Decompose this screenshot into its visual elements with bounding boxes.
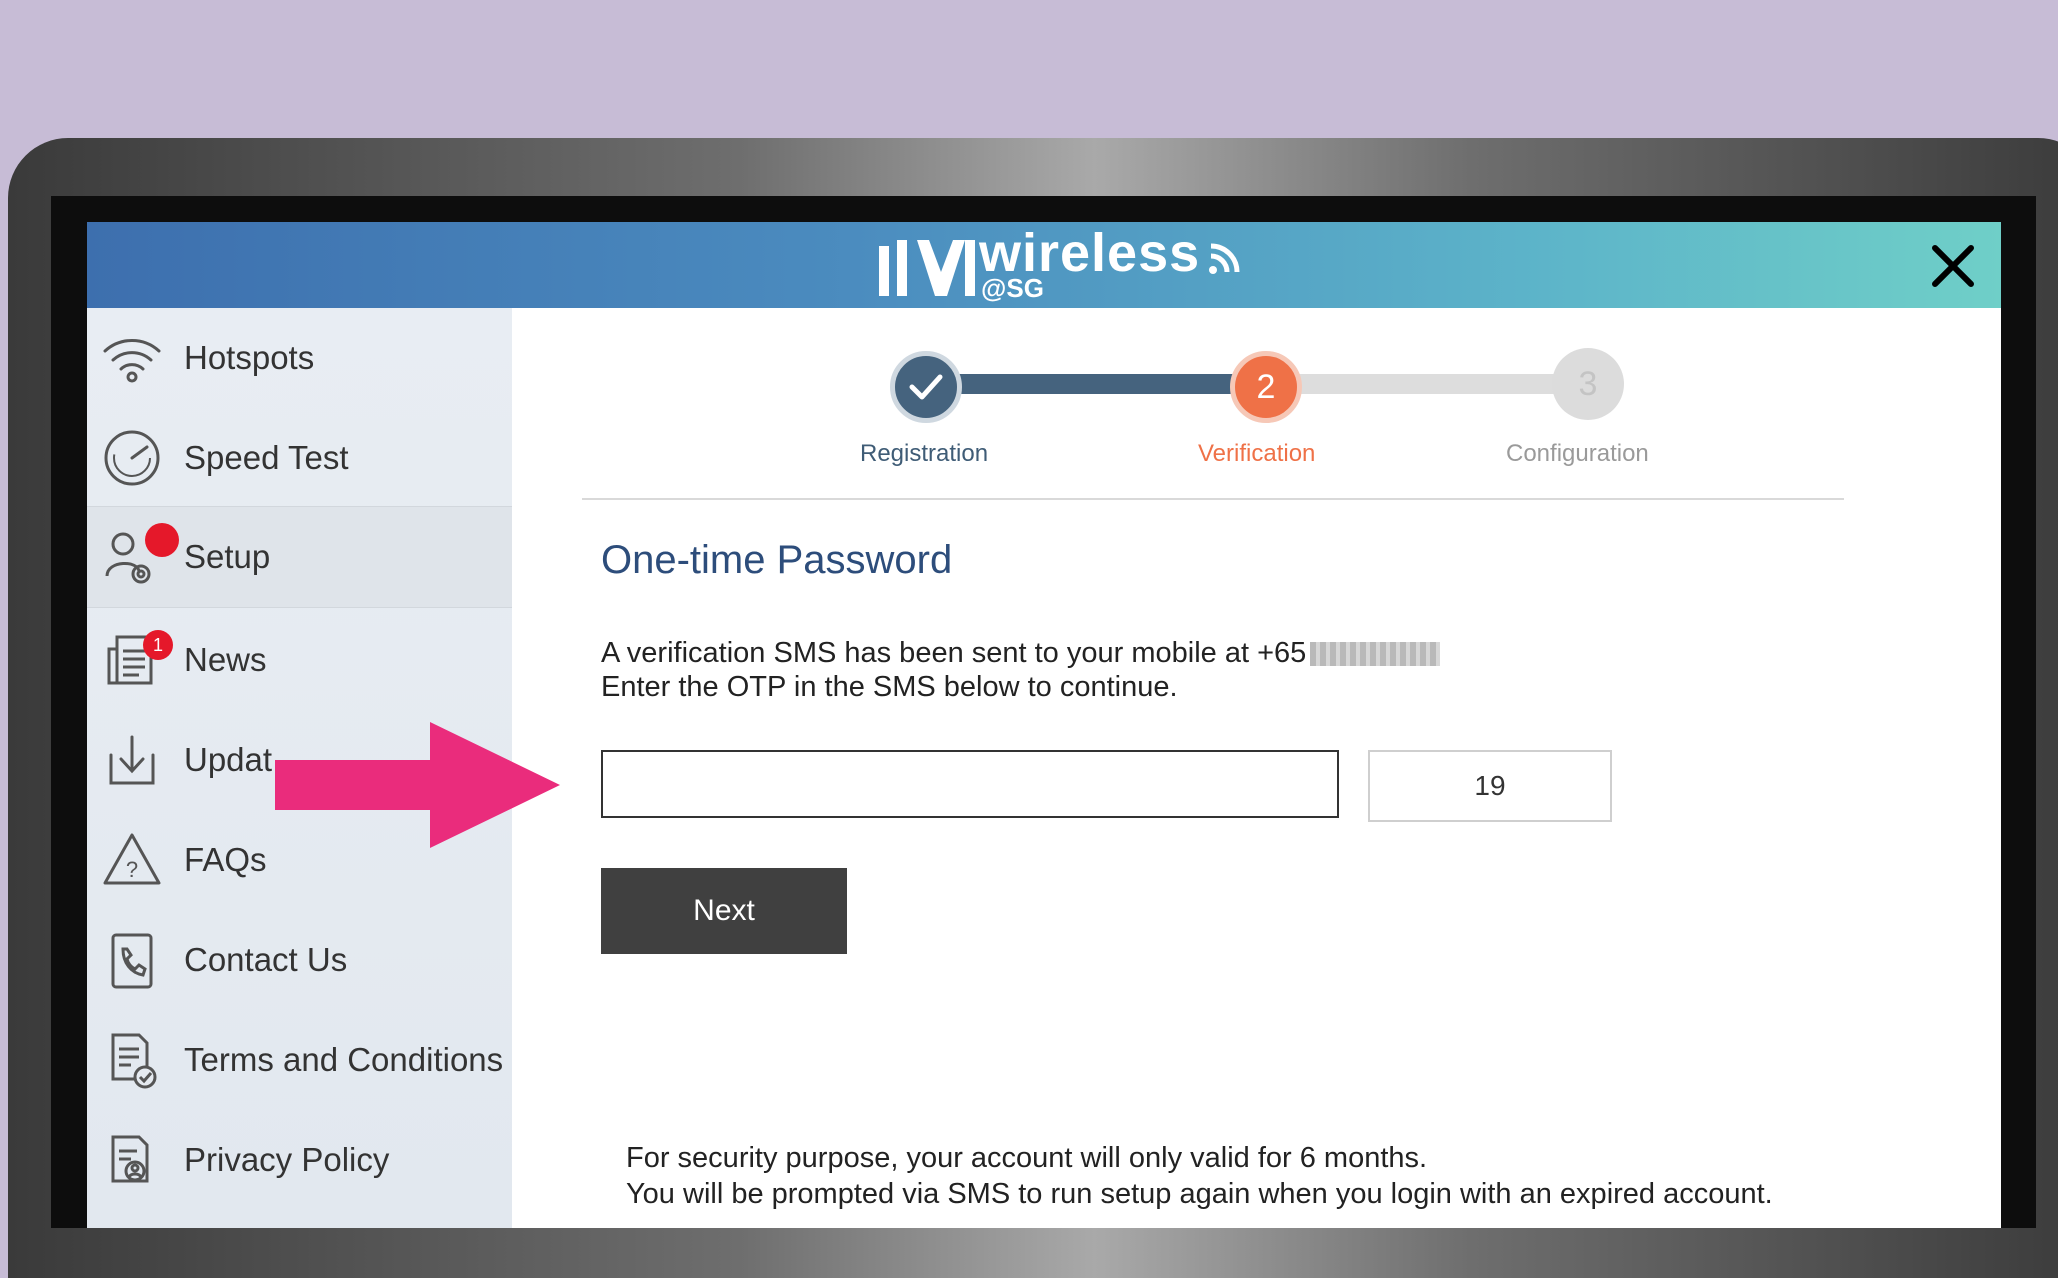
speedometer-icon xyxy=(101,427,163,489)
im-logo-mark xyxy=(879,240,975,296)
warning-question-icon: ? xyxy=(101,829,163,891)
section-divider xyxy=(582,498,1844,500)
close-button[interactable] xyxy=(1925,238,1981,294)
sidebar-item-speed-test[interactable]: Speed Test xyxy=(87,408,512,508)
wireless-sg-logo: wireless @SG xyxy=(877,226,1257,303)
sidebar-item-label: Terms and Conditions xyxy=(184,1041,504,1078)
sidebar-item-label: Contact Us xyxy=(184,941,348,978)
sidebar-item-privacy[interactable]: Privacy Policy xyxy=(87,1110,512,1210)
wifi-icon xyxy=(101,327,163,389)
close-icon xyxy=(1932,245,1974,287)
masked-phone-number xyxy=(1310,642,1441,667)
sidebar-item-label: Hotspots xyxy=(184,339,315,376)
step-registration-circle xyxy=(890,351,962,423)
sidebar-item-label: Setup xyxy=(184,538,271,575)
otp-countdown-timer: 19 xyxy=(1368,750,1612,822)
security-notice-line1: For security purpose, your account will … xyxy=(626,1142,1428,1174)
sidebar-item-label: News xyxy=(184,641,267,678)
stepper-progress-pending xyxy=(1267,374,1592,394)
phone-icon xyxy=(101,929,163,991)
stepper-progress-done xyxy=(927,374,1267,394)
sidebar-item-contact-us[interactable]: Contact Us xyxy=(87,910,512,1010)
step-label-configuration: Configuration xyxy=(1506,440,1649,467)
document-check-icon xyxy=(101,1029,163,1091)
privacy-document-icon xyxy=(101,1129,163,1191)
page-title: One-time Password xyxy=(601,538,953,582)
main-content: 2 3 Registration Verification Configurat… xyxy=(512,308,2001,1228)
sidebar-item-setup[interactable]: Setup xyxy=(87,506,512,608)
sidebar-item-terms[interactable]: Terms and Conditions xyxy=(87,1010,512,1110)
security-notice: For security purpose, your account will … xyxy=(626,1140,1773,1212)
step-verification-circle: 2 xyxy=(1230,351,1302,423)
step-label-registration: Registration xyxy=(860,440,989,467)
setup-notification-badge xyxy=(145,523,179,557)
otp-input[interactable] xyxy=(601,750,1339,818)
security-notice-line2: You will be prompted via SMS to run setu… xyxy=(626,1178,1773,1210)
step-label-verification: Verification xyxy=(1198,440,1316,467)
signal-waves-icon xyxy=(1209,243,1240,274)
highlight-arrow-icon xyxy=(275,722,560,848)
sidebar-item-label: Speed Test xyxy=(184,439,349,476)
otp-instruction-line1: A verification SMS has been sent to your… xyxy=(601,637,1307,669)
download-icon xyxy=(101,729,163,791)
brand-name: wireless xyxy=(979,223,1201,283)
sidebar-item-hotspots[interactable]: Hotspots xyxy=(87,308,512,408)
checkmark-icon xyxy=(909,374,943,400)
otp-instruction-line2: Enter the OTP in the SMS below to contin… xyxy=(601,671,1178,703)
sidebar-item-label: FAQs xyxy=(184,841,267,878)
sidebar-item-news[interactable]: 1 News xyxy=(87,610,512,710)
sidebar-item-label: Privacy Policy xyxy=(184,1141,390,1178)
svg-text:?: ? xyxy=(126,857,138,882)
app-header: wireless @SG xyxy=(87,222,2001,308)
step-configuration-circle: 3 xyxy=(1552,348,1624,420)
otp-instructions: A verification SMS has been sent to your… xyxy=(601,636,1441,704)
sidebar-item-label: Updat xyxy=(184,741,273,778)
brand-sub: @SG xyxy=(981,273,1044,303)
next-button[interactable]: Next xyxy=(601,868,847,954)
news-count-badge: 1 xyxy=(143,630,173,660)
